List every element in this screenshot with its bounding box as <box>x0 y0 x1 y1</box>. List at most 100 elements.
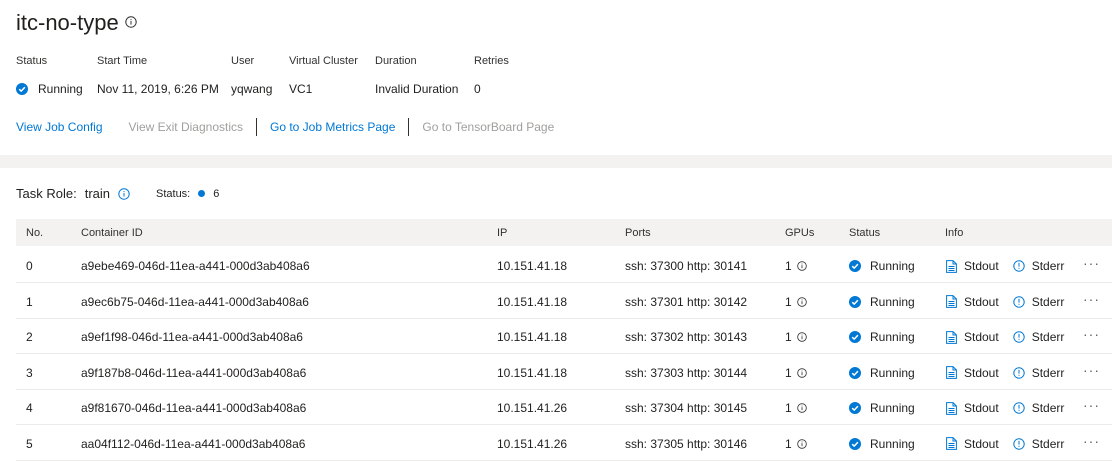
stderr-link[interactable]: Stderr <box>1013 259 1064 273</box>
check-circle-icon <box>849 366 861 379</box>
table-row: 4 a9f81670-046d-11ea-a441-000d3ab408a6 1… <box>16 389 1112 425</box>
more-icon[interactable]: ··· <box>1083 255 1100 271</box>
info-icon[interactable] <box>118 187 130 200</box>
container-ports: ssh: 37304 http: 30145 <box>625 401 748 415</box>
task-role-label: Task Role: <box>16 186 77 201</box>
stderr-link[interactable]: Stderr <box>1013 330 1064 344</box>
status-value: Running <box>16 82 83 96</box>
document-icon <box>946 330 957 344</box>
more-icon[interactable]: ··· <box>1083 326 1100 342</box>
task-status-label: Status: <box>156 187 191 200</box>
more-icon[interactable]: ··· <box>1083 397 1100 413</box>
table-row: 2 a9ef1f98-046d-11ea-a441-000d3ab408a6 1… <box>16 318 1112 354</box>
document-icon <box>946 401 957 415</box>
table-row: 0 a9ebe469-046d-11ea-a441-000d3ab408a6 1… <box>16 247 1112 283</box>
container-id: a9ec6b75-046d-11ea-a441-000d3ab408a6 <box>81 294 309 309</box>
info-icon[interactable] <box>796 438 807 449</box>
job-actions: View Job Config View Exit Diagnostics Go… <box>16 118 554 136</box>
container-ip: 10.151.41.18 <box>497 259 568 273</box>
stderr-link[interactable]: Stderr <box>1013 437 1064 451</box>
check-circle-icon <box>849 331 861 343</box>
stderr-link[interactable]: Stderr <box>1013 295 1064 309</box>
tensorboard-link: Go to TensorBoard Page <box>422 120 555 134</box>
stdout-link[interactable]: Stdout <box>946 330 999 344</box>
virtual-cluster-value: VC1 <box>289 82 313 96</box>
more-icon[interactable]: ··· <box>1083 291 1100 307</box>
gpu-count: 1 <box>785 366 807 380</box>
stdout-link[interactable]: Stdout <box>946 295 999 309</box>
document-icon <box>946 366 957 379</box>
container-ip: 10.151.41.18 <box>497 365 568 380</box>
stdout-link[interactable]: Stdout <box>946 437 999 451</box>
gpu-count: 1 <box>785 437 807 451</box>
container-id: a9ebe469-046d-11ea-a441-000d3ab408a6 <box>81 259 310 273</box>
table-row: 1 a9ec6b75-046d-11ea-a441-000d3ab408a6 1… <box>16 283 1112 319</box>
stderr-link[interactable]: Stderr <box>1013 401 1064 415</box>
container-status: Running <box>849 295 915 309</box>
log-links: Stdout Stderr <box>946 437 1078 451</box>
container-status: Running <box>849 366 915 380</box>
container-status: Running <box>849 259 915 273</box>
job-detail-header: itc-no-type Status Running Start Time No… <box>0 0 1112 155</box>
container-status: Running <box>849 437 915 451</box>
column-header-status[interactable]: Status <box>849 227 880 239</box>
title-row: itc-no-type <box>16 8 137 38</box>
container-id: aa04f112-046d-11ea-a441-000d3ab408a6 <box>81 436 306 451</box>
stderr-link[interactable]: Stderr <box>1013 366 1064 380</box>
stdout-link[interactable]: Stdout <box>946 366 999 380</box>
status-label: Status <box>16 55 48 67</box>
user-summary: User yqwang <box>231 53 272 96</box>
section-divider <box>0 155 1112 168</box>
view-job-config-link[interactable]: View Job Config <box>16 120 103 134</box>
table-row: 3 a9f187b8-046d-11ea-a441-000d3ab408a6 1… <box>16 354 1112 390</box>
column-header-no[interactable]: No. <box>26 227 43 239</box>
log-links: Stdout Stderr <box>946 366 1078 380</box>
stdout-link[interactable]: Stdout <box>946 401 999 415</box>
column-header-gpus[interactable]: GPUs <box>785 227 814 239</box>
info-icon <box>1013 260 1025 272</box>
duration-value: Invalid Duration <box>375 82 459 96</box>
gpu-count: 1 <box>785 401 807 415</box>
task-role-name: train <box>84 186 110 201</box>
column-header-ports[interactable]: Ports <box>625 227 651 239</box>
more-icon[interactable]: ··· <box>1083 362 1100 378</box>
document-icon <box>946 437 957 450</box>
task-table-header: No. Container ID IP Ports GPUs Status In… <box>16 219 1112 246</box>
container-ip: 10.151.41.26 <box>497 436 568 451</box>
user-value: yqwang <box>231 82 273 96</box>
container-ip: 10.151.41.26 <box>497 401 568 415</box>
gpu-count: 1 <box>785 259 807 273</box>
column-header-info[interactable]: Info <box>945 227 963 239</box>
container-id: a9ef1f98-046d-11ea-a441-000d3ab408a6 <box>81 330 303 344</box>
check-circle-icon <box>16 83 28 95</box>
duration-label: Duration <box>375 55 417 67</box>
row-number: 2 <box>26 330 33 344</box>
start-time-label: Start Time <box>97 55 148 67</box>
running-dot-icon <box>198 190 206 197</box>
info-icon[interactable] <box>125 15 137 31</box>
container-ip: 10.151.41.18 <box>497 330 568 344</box>
info-icon[interactable] <box>796 296 807 307</box>
status-text: Running <box>38 82 83 96</box>
info-icon[interactable] <box>796 332 807 342</box>
info-icon[interactable] <box>796 367 807 378</box>
column-header-container-id[interactable]: Container ID <box>81 227 143 239</box>
check-circle-icon <box>849 260 861 272</box>
retries-summary: Retries 0 <box>474 53 509 96</box>
job-metrics-link[interactable]: Go to Job Metrics Page <box>270 120 395 134</box>
row-number: 0 <box>26 259 33 273</box>
container-status: Running <box>849 330 915 344</box>
container-ports: ssh: 37303 http: 30144 <box>625 365 748 380</box>
table-row: 5 aa04f112-046d-11ea-a441-000d3ab408a6 1… <box>16 425 1112 461</box>
log-links: Stdout Stderr <box>946 330 1078 344</box>
check-circle-icon <box>849 402 861 414</box>
document-icon <box>946 259 957 273</box>
info-icon[interactable] <box>796 261 807 271</box>
column-header-ip[interactable]: IP <box>497 227 507 239</box>
more-icon[interactable]: ··· <box>1083 433 1100 449</box>
container-ports: ssh: 37301 http: 30142 <box>625 294 748 309</box>
stdout-link[interactable]: Stdout <box>946 259 999 273</box>
info-icon[interactable] <box>796 403 807 413</box>
row-number: 1 <box>26 294 33 309</box>
page-title: itc-no-type <box>16 10 119 35</box>
